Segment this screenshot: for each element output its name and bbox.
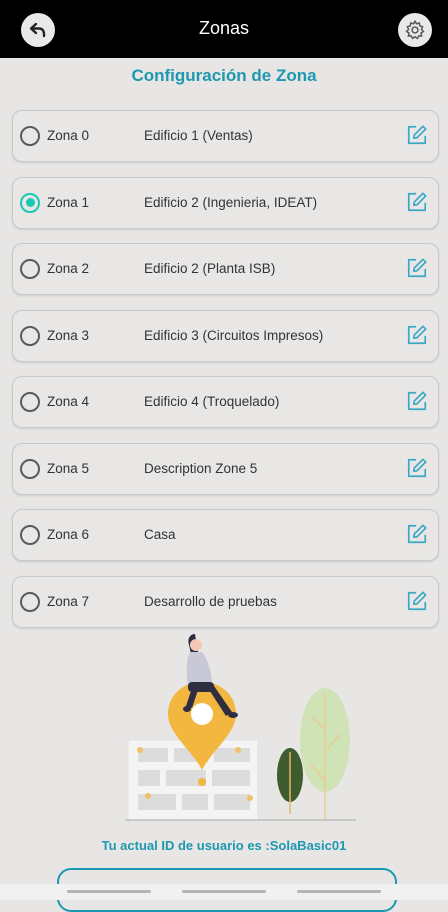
zone-name: Zona 2: [47, 261, 90, 276]
zone-name: Zona 1: [47, 194, 90, 210]
user-id-label: Tu actual ID de usuario es :SolaBasic01: [101, 838, 347, 853]
nav-back-button[interactable]: [297, 890, 381, 893]
edit-icon[interactable]: [406, 257, 428, 279]
edit-icon[interactable]: [406, 390, 428, 412]
system-nav-bar: [0, 884, 448, 900]
zone-row[interactable]: Zona 5 Description Zone 5: [12, 442, 439, 495]
section-title: Configuración de Zona: [131, 66, 317, 85]
zone-row[interactable]: Zona 0 Edificio 1 (Ventas): [12, 110, 439, 162]
settings-button[interactable]: [398, 13, 432, 47]
gear-icon: [405, 19, 425, 40]
zone-row[interactable]: Zona 2 Edificio 2 (Planta ISB): [12, 243, 439, 295]
edit-icon[interactable]: [406, 590, 428, 612]
zone-radio[interactable]: [20, 192, 40, 213]
zone-radio[interactable]: [20, 259, 40, 279]
zone-name: Zona 3: [47, 327, 90, 343]
edit-icon[interactable]: [406, 523, 428, 545]
top-bar: Zonas: [0, 0, 448, 58]
nav-home-button[interactable]: [182, 890, 266, 893]
zone-row[interactable]: Zona 1 Edificio 2 (Ingenieria, IDEAT): [12, 176, 439, 229]
zone-row[interactable]: Zona 6 Casa: [12, 509, 439, 561]
zone-radio[interactable]: [20, 325, 40, 346]
zone-radio[interactable]: [20, 458, 40, 479]
zone-radio[interactable]: [20, 591, 40, 612]
zone-description: Edificio 4 (Troquelado): [144, 394, 280, 409]
zone-description: Edificio 3 (Circuitos Impresos): [144, 327, 324, 343]
zone-row[interactable]: Zona 3 Edificio 3 (Circuitos Impresos): [12, 309, 439, 362]
tree-illustration: [277, 688, 350, 820]
zone-radio[interactable]: [20, 126, 40, 146]
zone-description: Edificio 2 (Planta ISB): [144, 261, 276, 276]
zone-name: Zona 6: [47, 527, 90, 542]
zone-description: Casa: [144, 527, 176, 542]
zone-name: Zona 7: [47, 593, 90, 609]
page-title: Zonas: [198, 18, 250, 38]
zone-name: Zona 4: [47, 394, 90, 409]
zone-description: Edificio 2 (Ingenieria, IDEAT): [144, 194, 318, 210]
edit-icon[interactable]: [406, 457, 428, 479]
zone-description: Edificio 1 (Ventas): [144, 128, 253, 143]
zone-row[interactable]: Zona 7 Desarrollo de pruebas: [12, 575, 439, 628]
nav-recents-button[interactable]: [67, 890, 151, 893]
zone-name: Zona 5: [47, 460, 90, 476]
zone-list: Zona 0 Edificio 1 (Ventas) Zona 1 Edific…: [12, 110, 439, 642]
location-illustration: [125, 634, 356, 821]
zone-description: Description Zone 5: [144, 460, 258, 476]
zone-row[interactable]: Zona 4 Edificio 4 (Troquelado): [12, 376, 439, 428]
edit-icon[interactable]: [406, 124, 428, 146]
zone-radio[interactable]: [20, 392, 40, 412]
zone-description: Desarrollo de pruebas: [144, 593, 277, 609]
zone-name: Zona 0: [47, 128, 90, 143]
zone-radio[interactable]: [20, 525, 40, 545]
edit-icon[interactable]: [406, 324, 428, 346]
edit-icon[interactable]: [406, 191, 428, 213]
